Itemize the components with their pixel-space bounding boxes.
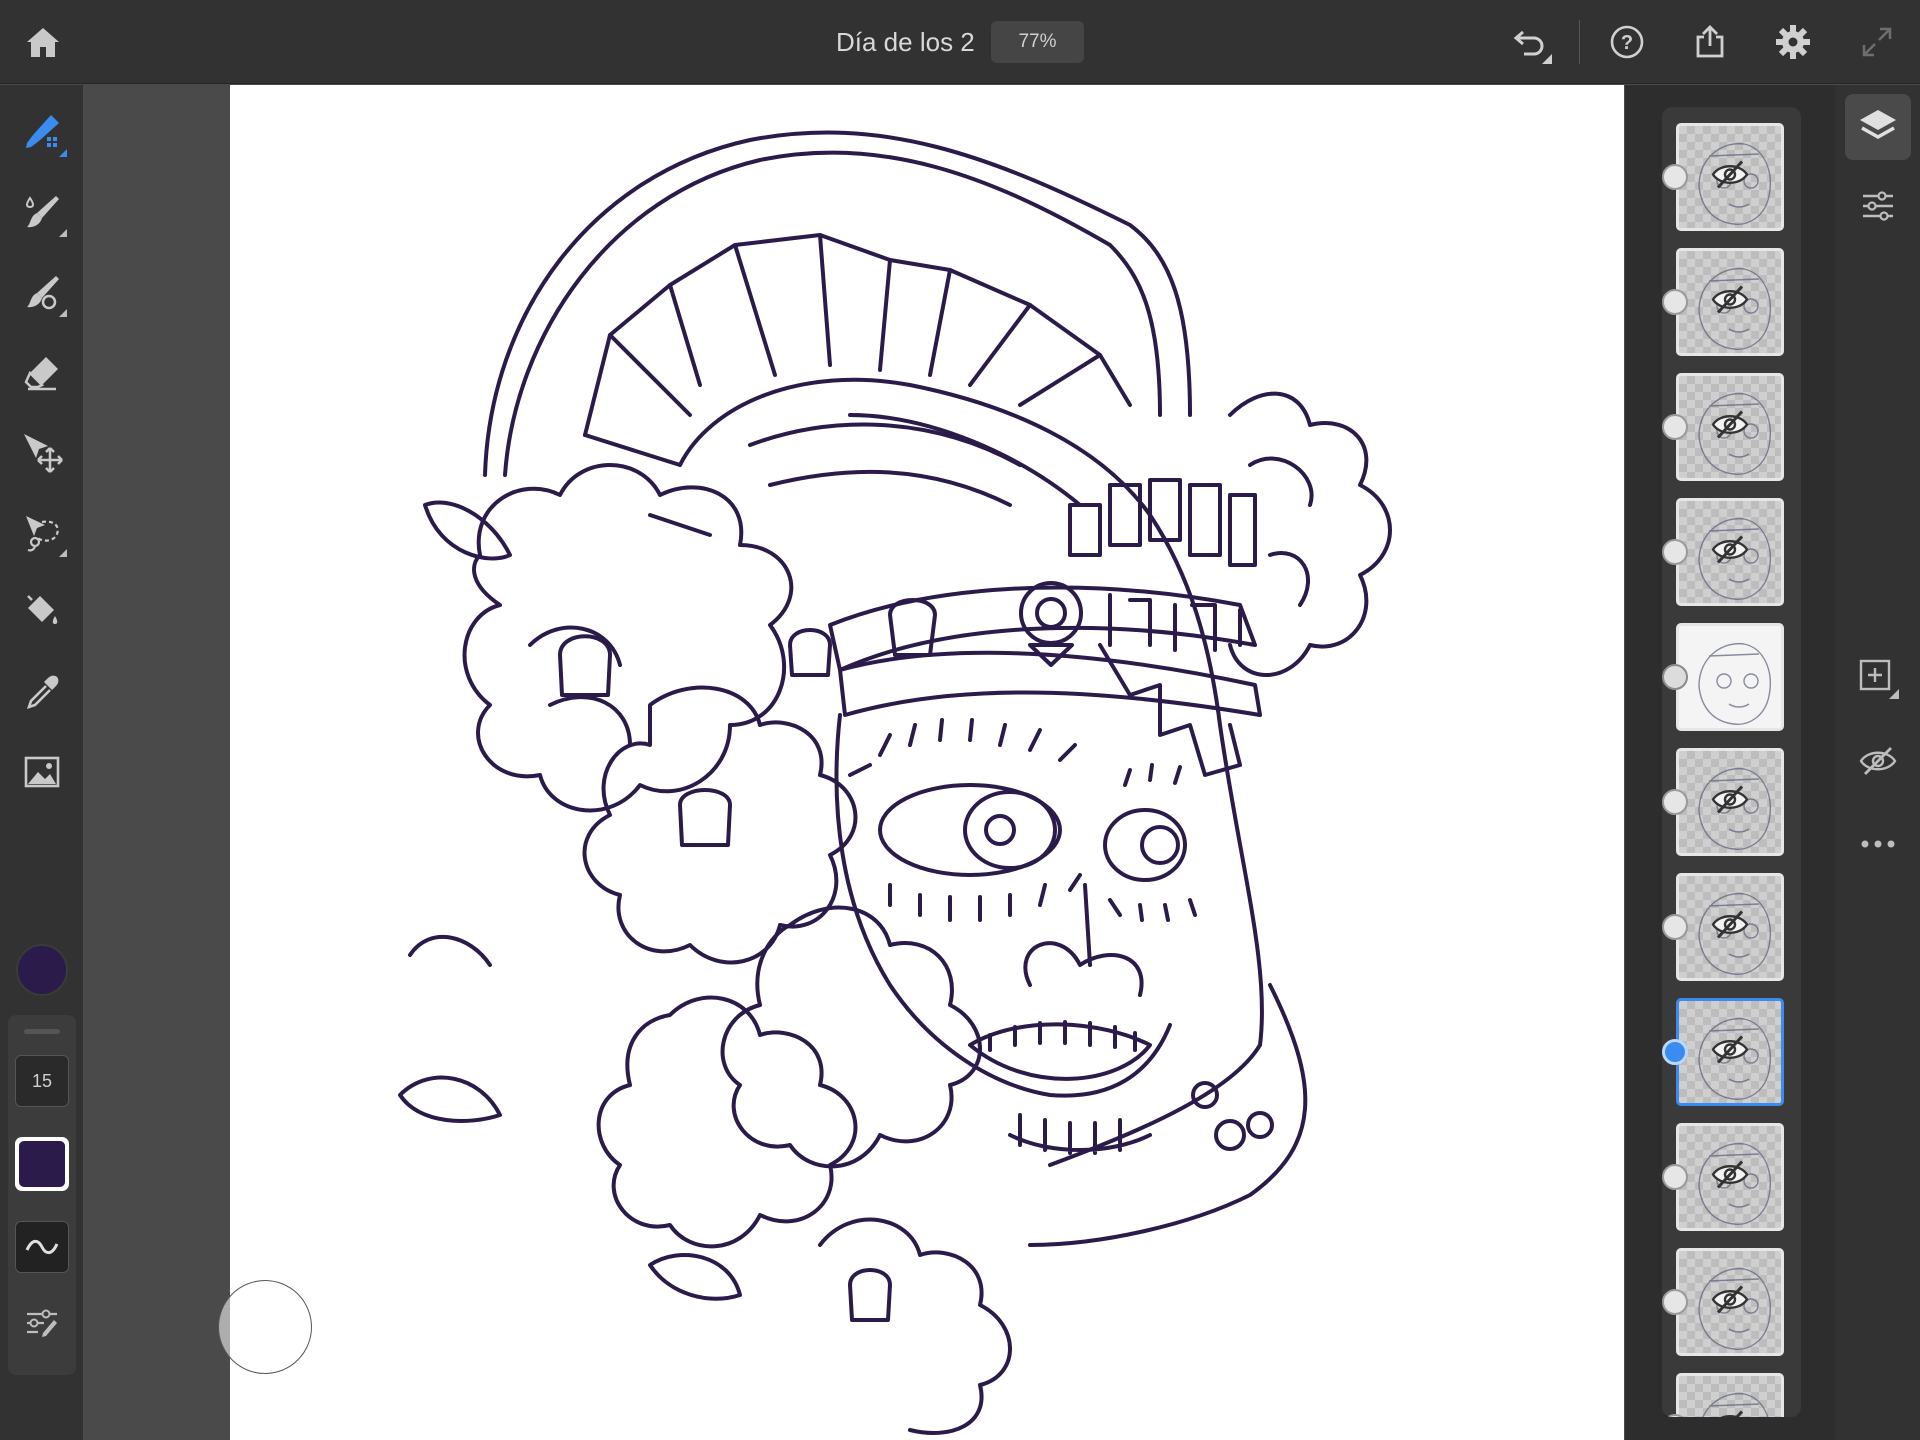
layer-preview bbox=[1679, 626, 1781, 728]
layer-thumbnail[interactable] bbox=[1676, 623, 1784, 731]
hidden-eye-icon[interactable] bbox=[1710, 784, 1750, 821]
hidden-eye-icon[interactable] bbox=[1710, 909, 1750, 946]
vector-brush-tool[interactable] bbox=[17, 267, 67, 317]
smoothing-button[interactable] bbox=[15, 1221, 69, 1273]
eyedropper-icon bbox=[26, 675, 59, 710]
image-tool[interactable] bbox=[17, 747, 67, 797]
svg-text:?: ? bbox=[1621, 32, 1633, 54]
hidden-eye-icon[interactable] bbox=[1710, 1034, 1750, 1071]
transform-tool[interactable] bbox=[17, 427, 67, 477]
layer-thumbnail[interactable] bbox=[1676, 248, 1784, 356]
artwork-line-drawing bbox=[398, 130, 1392, 1435]
submenu-indicator bbox=[59, 149, 67, 157]
more-dots-icon bbox=[1861, 840, 1895, 848]
brush-size-field[interactable]: 15 bbox=[15, 1055, 69, 1107]
layer-thumbnail[interactable] bbox=[1676, 1373, 1784, 1417]
submenu-indicator bbox=[59, 229, 67, 237]
layer-select-dot[interactable] bbox=[1662, 1289, 1688, 1315]
pixel-brush-tool[interactable] bbox=[17, 107, 67, 157]
submenu-indicator bbox=[59, 549, 67, 557]
brush-settings-button[interactable] bbox=[24, 1305, 60, 1341]
zoom-level[interactable]: 77% bbox=[991, 21, 1084, 63]
layer-select-dot[interactable] bbox=[1662, 164, 1688, 190]
brush-settings-icon bbox=[27, 1309, 57, 1337]
left-toolbar: 15 bbox=[0, 85, 83, 1440]
layer-select-dot[interactable] bbox=[1662, 414, 1688, 440]
fullscreen-icon[interactable] bbox=[1853, 18, 1901, 66]
layer-thumbnail[interactable] bbox=[1676, 998, 1784, 1106]
layer-thumbnail[interactable] bbox=[1676, 498, 1784, 606]
eraser-icon bbox=[24, 357, 58, 391]
brush-cursor bbox=[218, 1280, 312, 1374]
panel-grip[interactable] bbox=[24, 1029, 60, 1034]
layers-list[interactable] bbox=[1662, 107, 1801, 1417]
live-brush-icon bbox=[26, 196, 59, 228]
live-brush-tool[interactable] bbox=[17, 187, 67, 237]
drawing-canvas[interactable] bbox=[230, 85, 1624, 1440]
share-icon[interactable] bbox=[1686, 18, 1734, 66]
eyedropper-tool[interactable] bbox=[17, 667, 67, 717]
layer-select-dot[interactable] bbox=[1662, 539, 1688, 565]
layer-thumbnail[interactable] bbox=[1676, 873, 1784, 981]
pixel-brush-icon bbox=[26, 115, 59, 148]
layer-thumbnail[interactable] bbox=[1676, 373, 1784, 481]
layer-select-dot[interactable] bbox=[1662, 789, 1688, 815]
toolbar-divider bbox=[1579, 20, 1580, 64]
image-icon bbox=[24, 756, 60, 788]
eraser-tool[interactable] bbox=[17, 347, 67, 397]
sliders-icon bbox=[1863, 191, 1893, 221]
hidden-eye-icon[interactable] bbox=[1710, 1409, 1750, 1417]
layer-thumbnail[interactable] bbox=[1676, 748, 1784, 856]
vector-brush-icon bbox=[27, 276, 59, 310]
layer-select-dot[interactable] bbox=[1662, 914, 1688, 940]
submenu-indicator bbox=[59, 309, 67, 317]
toggle-visibility-button[interactable] bbox=[1845, 728, 1911, 794]
smoothing-icon bbox=[25, 1239, 59, 1255]
hidden-eye-icon bbox=[1859, 747, 1897, 775]
hidden-eye-icon[interactable] bbox=[1710, 534, 1750, 571]
add-layer-icon bbox=[1859, 659, 1899, 699]
hidden-eye-icon[interactable] bbox=[1710, 1284, 1750, 1321]
hidden-eye-icon[interactable] bbox=[1710, 159, 1750, 196]
help-icon[interactable]: ? bbox=[1603, 18, 1651, 66]
gear-icon[interactable] bbox=[1769, 18, 1817, 66]
brush-color-button[interactable] bbox=[15, 1137, 69, 1191]
top-bar: Día de los 2 77% ? bbox=[0, 0, 1920, 84]
layer-properties-button[interactable] bbox=[1845, 173, 1911, 239]
layer-thumbnail[interactable] bbox=[1676, 1123, 1784, 1231]
layer-select-dot[interactable] bbox=[1662, 289, 1688, 315]
hidden-eye-icon[interactable] bbox=[1710, 284, 1750, 321]
layers-icon bbox=[1860, 110, 1896, 140]
layer-select-dot[interactable] bbox=[1662, 1039, 1688, 1065]
layer-thumbnail[interactable] bbox=[1676, 123, 1784, 231]
more-options-button[interactable] bbox=[1845, 811, 1911, 877]
home-icon[interactable] bbox=[19, 18, 67, 66]
paint-bucket-icon bbox=[27, 595, 58, 624]
fill-tool[interactable] bbox=[17, 587, 67, 637]
undo-icon[interactable] bbox=[1506, 18, 1554, 66]
layer-select-dot[interactable] bbox=[1662, 664, 1688, 690]
document-title[interactable]: Día de los 2 bbox=[836, 27, 975, 58]
layer-thumbnail[interactable] bbox=[1676, 1248, 1784, 1356]
app-window: Día de los 2 77% ? 15 bbox=[0, 0, 1920, 1440]
lasso-select-icon bbox=[26, 516, 59, 552]
layer-select-dot[interactable] bbox=[1662, 1164, 1688, 1190]
hidden-eye-icon[interactable] bbox=[1710, 409, 1750, 446]
brush-properties-panel: 15 bbox=[8, 1015, 76, 1375]
right-rail bbox=[1835, 85, 1920, 1440]
current-color-swatch[interactable] bbox=[16, 944, 68, 996]
move-transform-icon bbox=[24, 434, 63, 473]
layers-panel-button[interactable] bbox=[1845, 94, 1911, 160]
hidden-eye-icon[interactable] bbox=[1710, 1159, 1750, 1196]
add-layer-button[interactable] bbox=[1845, 645, 1911, 711]
selection-tool[interactable] bbox=[17, 507, 67, 557]
